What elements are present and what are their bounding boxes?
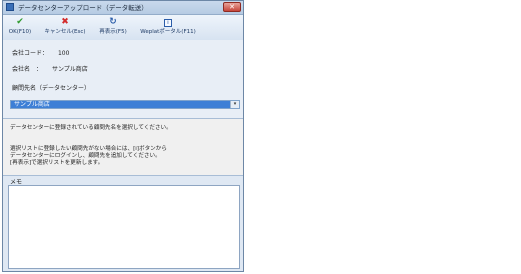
app-icon [6, 3, 14, 11]
message-line-4: [再表示]で選択リストを更新します。 [10, 160, 104, 166]
refresh-button-label: 再表示(F5) [99, 29, 127, 35]
company-code-label: 会社コード： [12, 50, 49, 57]
check-icon: ✔ [16, 17, 24, 27]
company-name-row: 会社名 ： サンプル商店 [12, 64, 88, 73]
message-line-1: データセンターに登録されている顧問先名を選択してください。 [10, 125, 172, 131]
chevron-down-icon[interactable]: ▾ [230, 101, 239, 108]
ok-button-label: OK(F10) [8, 29, 32, 35]
close-button[interactable]: ✕ [223, 2, 241, 12]
toolbar: ✔ OK(F10) ✖ キャンセル(Esc) ↻ 再表示(F5) i Wepla… [3, 15, 243, 41]
memo-textarea[interactable] [8, 185, 240, 269]
cancel-button[interactable]: ✖ キャンセル(Esc) [41, 17, 89, 39]
cancel-button-label: キャンセル(Esc) [44, 29, 86, 35]
title-bar[interactable]: データセンターアップロード（データ転送） ✕ [3, 1, 243, 15]
client-select-value: サンプル商店 [14, 101, 50, 108]
client-select[interactable]: サンプル商店 ▾ [10, 100, 240, 109]
cross-icon: ✖ [61, 17, 69, 27]
portal-button[interactable]: i Weplatポータル(F11) [137, 17, 199, 39]
message-line-3: データセンターにログインし、顧問先を追加してください。 [10, 153, 161, 159]
portal-button-label: Weplatポータル(F11) [140, 29, 196, 35]
message-area: データセンターに登録されている顧問先名を選択してください。 選択リストに登録した… [3, 118, 243, 176]
company-code-value: 100 [57, 50, 70, 57]
refresh-button[interactable]: ↻ 再表示(F5) [96, 17, 130, 39]
message-line-2: 選択リストに登録したい顧問先がない場合には、[i]ボタンから [10, 146, 167, 152]
company-name-value: サンプル商店 [51, 66, 88, 73]
client-label: 顧問先名（データセンター） [12, 85, 91, 92]
form-area: 会社コード： 100 会社名 ： サンプル商店 顧問先名（データセンター） サン… [3, 40, 243, 118]
window-title: データセンターアップロード（データ転送） [18, 4, 148, 12]
refresh-icon: ↻ [109, 17, 117, 27]
info-icon: i [164, 19, 172, 27]
upload-dialog: データセンターアップロード（データ転送） ✕ ✔ OK(F10) ✖ キャンセル… [2, 0, 244, 272]
company-name-label: 会社名 ： [12, 66, 43, 73]
ok-button[interactable]: ✔ OK(F10) [7, 17, 33, 39]
company-code-row: 会社コード： 100 [12, 48, 69, 57]
